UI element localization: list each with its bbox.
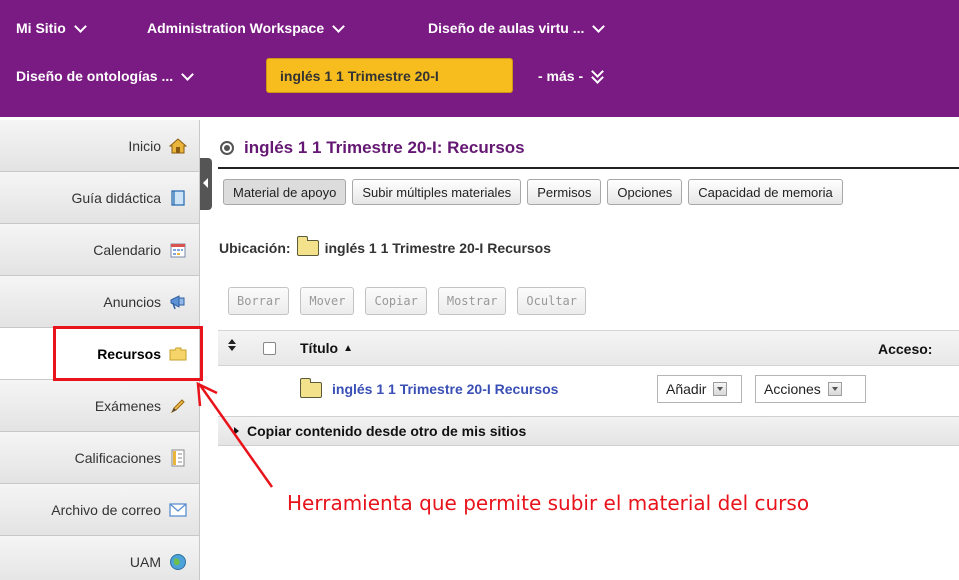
sidebar-item-label: Calendario bbox=[93, 241, 161, 258]
sidebar-item-calendario[interactable]: Calendario bbox=[0, 224, 200, 276]
sidebar-item-calificaciones[interactable]: Calificaciones bbox=[0, 432, 200, 484]
mostrar-button[interactable]: Mostrar bbox=[437, 287, 507, 315]
site-tab-label: inglés 1 1 Trimestre 20-I bbox=[280, 67, 439, 84]
copiar-button[interactable]: Copiar bbox=[365, 287, 427, 315]
sidebar-item-label: Guía didáctica bbox=[71, 189, 162, 206]
sort-icon[interactable] bbox=[227, 339, 237, 353]
mail-icon bbox=[169, 501, 187, 519]
tab-opciones[interactable]: Opciones bbox=[607, 179, 683, 205]
globe-icon bbox=[169, 553, 187, 571]
actions-select-label: Acciones bbox=[764, 381, 821, 397]
sidebar-item-label: Exámenes bbox=[94, 397, 161, 414]
calendar-icon bbox=[169, 241, 187, 259]
mover-button[interactable]: Mover bbox=[300, 287, 355, 315]
sidebar-item-label: Calificaciones bbox=[74, 449, 161, 466]
copy-content-toggle[interactable]: Copiar contenido desde otro de mis sitio… bbox=[218, 416, 959, 446]
sidebar-item-uam[interactable]: UAM bbox=[0, 536, 200, 580]
site-tab-mi-sitio[interactable]: Mi Sitio bbox=[16, 20, 86, 36]
item-actions: Borrar Mover Copiar Mostrar Ocultar bbox=[228, 287, 586, 315]
sidebar-item-label: Archivo de correo bbox=[51, 501, 161, 518]
double-chevron-down-icon bbox=[591, 69, 603, 83]
chevron-down-icon bbox=[592, 22, 604, 34]
site-tab-diseno-aulas[interactable]: Diseño de aulas virtu ... bbox=[428, 20, 604, 36]
sidebar-item-anuncios[interactable]: Anuncios bbox=[0, 276, 200, 328]
megaphone-icon bbox=[169, 293, 187, 311]
add-select-label: Añadir bbox=[666, 381, 707, 397]
ocultar-button[interactable]: Ocultar bbox=[517, 287, 586, 315]
folder-icon bbox=[300, 378, 322, 398]
add-select[interactable]: Añadir bbox=[657, 375, 742, 403]
home-icon bbox=[169, 137, 187, 155]
expand-triangle-icon bbox=[234, 427, 239, 435]
title-divider bbox=[218, 167, 959, 169]
borrar-button[interactable]: Borrar bbox=[228, 287, 290, 315]
sidebar-item-examenes[interactable]: Exámenes bbox=[0, 380, 200, 432]
book-icon bbox=[169, 189, 187, 207]
site-navigation-bar: Mi Sitio Administration Workspace Diseño… bbox=[0, 0, 959, 117]
sidebar-item-label: Anuncios bbox=[103, 293, 161, 310]
sidebar-item-guia-didactica[interactable]: Guía didáctica bbox=[0, 172, 200, 224]
site-tab-label: Diseño de ontologías ... bbox=[16, 68, 174, 84]
gradebook-icon bbox=[169, 449, 187, 467]
chevron-down-icon bbox=[74, 22, 86, 34]
table-row: inglés 1 1 Trimestre 20-I Recursos Añadi… bbox=[218, 370, 959, 410]
site-tab-diseno-ontologias[interactable]: Diseño de ontologías ... bbox=[16, 68, 193, 84]
resource-toolbar: Material de apoyo Subir múltiples materi… bbox=[223, 179, 843, 205]
folder-icon bbox=[296, 236, 319, 256]
tab-permisos[interactable]: Permisos bbox=[527, 179, 602, 205]
pencil-icon bbox=[169, 397, 187, 415]
site-tab-label: Administration Workspace bbox=[147, 20, 325, 36]
column-titulo-label: Título bbox=[300, 340, 339, 356]
annotation-callout: Herramienta que permite subir el materia… bbox=[287, 491, 810, 515]
actions-select[interactable]: Acciones bbox=[755, 375, 866, 403]
resource-folder-link[interactable]: inglés 1 1 Trimestre 20-I Recursos bbox=[332, 381, 558, 397]
tab-capacidad-memoria[interactable]: Capacidad de memoria bbox=[688, 179, 843, 205]
site-tab-label: Mi Sitio bbox=[16, 20, 66, 36]
more-sites-label: - más - bbox=[538, 68, 584, 84]
tool-status-icon bbox=[220, 141, 234, 155]
sidebar-item-label: Inicio bbox=[128, 137, 161, 154]
dropdown-arrow-icon bbox=[713, 382, 728, 396]
more-sites-button[interactable]: - más - bbox=[538, 68, 603, 84]
sidebar-item-archivo-correo[interactable]: Archivo de correo bbox=[0, 484, 200, 536]
site-tab-administration-workspace[interactable]: Administration Workspace bbox=[147, 20, 344, 36]
select-all-checkbox[interactable] bbox=[263, 342, 276, 355]
location-value: inglés 1 1 Trimestre 20-I Recursos bbox=[324, 240, 552, 256]
highlight-box bbox=[53, 326, 203, 381]
page-title-text: inglés 1 1 Trimestre 20-I: Recursos bbox=[244, 138, 525, 157]
page-title: inglés 1 1 Trimestre 20-I: Recursos bbox=[220, 138, 525, 158]
location-breadcrumb: Ubicación: inglés 1 1 Trimestre 20-I Rec… bbox=[219, 236, 552, 256]
sidebar-item-label: UAM bbox=[129, 553, 161, 570]
copy-content-label: Copiar contenido desde otro de mis sitio… bbox=[247, 423, 527, 439]
sidebar-item-inicio[interactable]: Inicio bbox=[0, 120, 200, 172]
collapse-sidebar-handle[interactable] bbox=[200, 158, 212, 210]
dropdown-arrow-icon bbox=[827, 382, 842, 396]
column-acceso: Acceso: bbox=[878, 341, 933, 357]
column-titulo[interactable]: Título ▲ bbox=[300, 340, 353, 356]
chevron-down-icon bbox=[181, 70, 193, 82]
site-tab-current[interactable]: inglés 1 1 Trimestre 20-I bbox=[266, 58, 513, 93]
site-tab-label: Diseño de aulas virtu ... bbox=[428, 20, 585, 36]
table-header: Título ▲ Acceso: bbox=[218, 330, 959, 366]
tab-material-de-apoyo[interactable]: Material de apoyo bbox=[223, 179, 347, 205]
sort-ascending-icon: ▲ bbox=[343, 342, 354, 354]
tab-subir-multiples[interactable]: Subir múltiples materiales bbox=[352, 179, 522, 205]
location-label: Ubicación: bbox=[219, 240, 291, 256]
chevron-down-icon bbox=[332, 22, 344, 34]
